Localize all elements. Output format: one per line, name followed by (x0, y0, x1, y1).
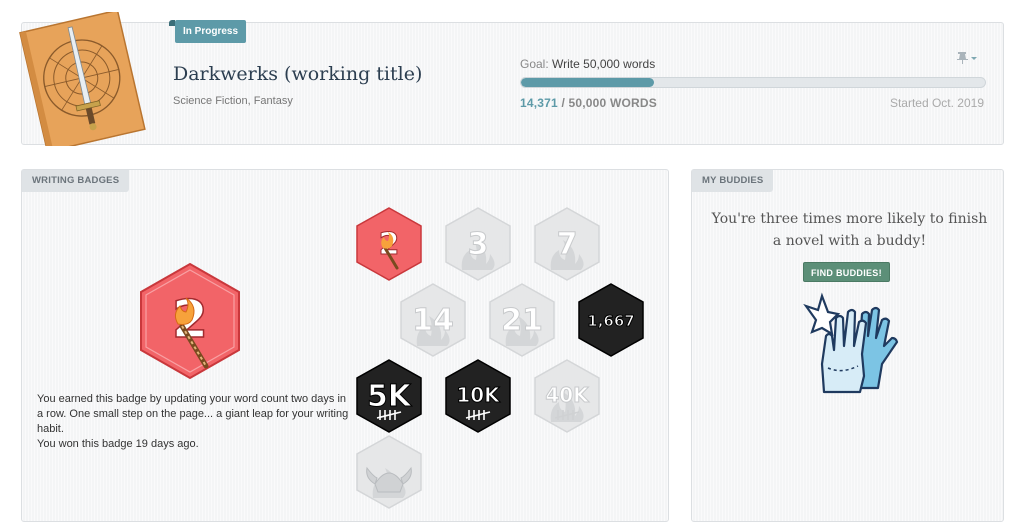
badge-label: 1,667 (587, 312, 634, 330)
writing-badges-label: WRITING BADGES (22, 170, 130, 192)
badge-7[interactable]: 7 (533, 206, 601, 282)
goal-prefix: Goal: (520, 57, 549, 71)
goal-label: Goal: Write 50,000 words (520, 57, 655, 71)
word-progress-bar (520, 77, 986, 88)
goal-text: Write 50,000 words (552, 57, 656, 71)
badge-label: 5K (367, 379, 413, 414)
current-word-count: 14,371 (520, 96, 558, 110)
word-count: 14,371 / 50,000 WORDS (520, 96, 657, 110)
badge-14[interactable]: 14 (399, 282, 467, 358)
my-buddies-label: MY BUDDIES (692, 170, 774, 192)
selected-badge: 2 (140, 262, 240, 380)
badge-2[interactable]: 2 (355, 206, 423, 282)
badge-description: You earned this badge by updating your w… (37, 392, 349, 452)
badge-label: 14 (412, 303, 454, 338)
status-badge: In Progress (168, 20, 247, 43)
badge-earned-date: You won this badge 19 days ago. (37, 438, 199, 450)
book-cover-image[interactable] (18, 12, 146, 146)
badge-3[interactable]: 3 (444, 206, 512, 282)
badge-label: 40K (545, 383, 590, 407)
badge-label: 21 (501, 303, 543, 338)
word-progress-fill (521, 78, 655, 87)
find-buddies-button[interactable]: FIND BUDDIES! (803, 262, 890, 282)
my-buddies-panel: MY BUDDIES You're three times more likel… (691, 169, 1004, 522)
high-five-icon (803, 292, 899, 394)
badge-viking[interactable] (355, 434, 423, 510)
badge-21[interactable]: 21 (488, 282, 556, 358)
badge-40K[interactable]: 40K (533, 358, 601, 434)
buddies-pitch: You're three times more likely to finish… (711, 211, 988, 249)
badge-10K[interactable]: 10K (444, 358, 512, 434)
badge-description-text: You earned this badge by updating your w… (37, 393, 349, 435)
badge-label: 7 (557, 227, 578, 262)
project-title[interactable]: Darkwerks (working title) (173, 63, 422, 85)
goal-word-count: / 50,000 WORDS (557, 96, 657, 110)
project-genres: Science Fiction, Fantasy (173, 95, 293, 107)
pin-menu[interactable] (955, 51, 977, 68)
writing-badges-panel: WRITING BADGES 2 You earned this badge b… (21, 169, 669, 522)
pin-icon (957, 52, 977, 64)
badge-1667[interactable]: 1,667 (577, 282, 645, 358)
badge-5K[interactable]: 5K (355, 358, 423, 434)
badge-label: 10K (456, 383, 501, 407)
started-date: Started Oct. 2019 (889, 96, 984, 110)
badge-label: 3 (468, 227, 489, 262)
